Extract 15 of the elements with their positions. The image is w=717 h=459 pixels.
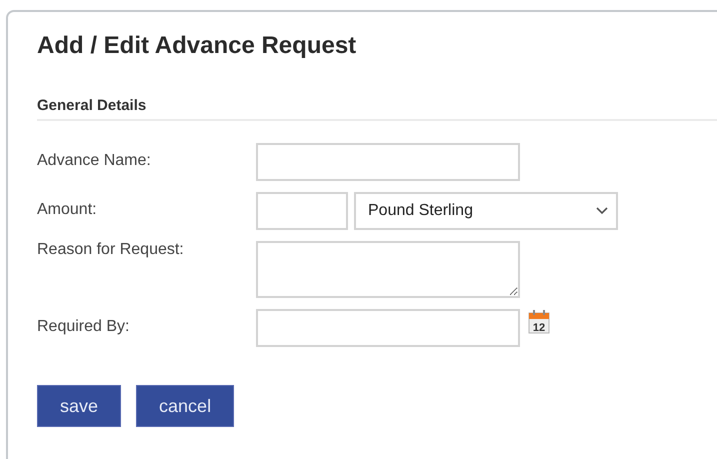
text-field[interactable] [256, 143, 520, 181]
page-title: Add / Edit Advance Request [37, 31, 356, 61]
section-heading: General Details [37, 97, 146, 114]
field-label: Amount: [37, 200, 98, 219]
currency-dropdown[interactable]: Pound Sterling [354, 192, 618, 230]
field-label: Required By: [37, 317, 130, 336]
date-field[interactable] [256, 309, 520, 347]
field-label: Reason for Request: [37, 241, 185, 259]
cancel-button[interactable]: cancel [136, 385, 234, 427]
field-label: Advance Name: [37, 151, 152, 170]
chevron-down-icon [596, 207, 608, 215]
calendar-icon[interactable]: 12 [528, 310, 550, 334]
save-button[interactable]: save [37, 385, 122, 427]
reason-textarea[interactable] [256, 241, 520, 298]
amount-field[interactable] [256, 192, 348, 230]
